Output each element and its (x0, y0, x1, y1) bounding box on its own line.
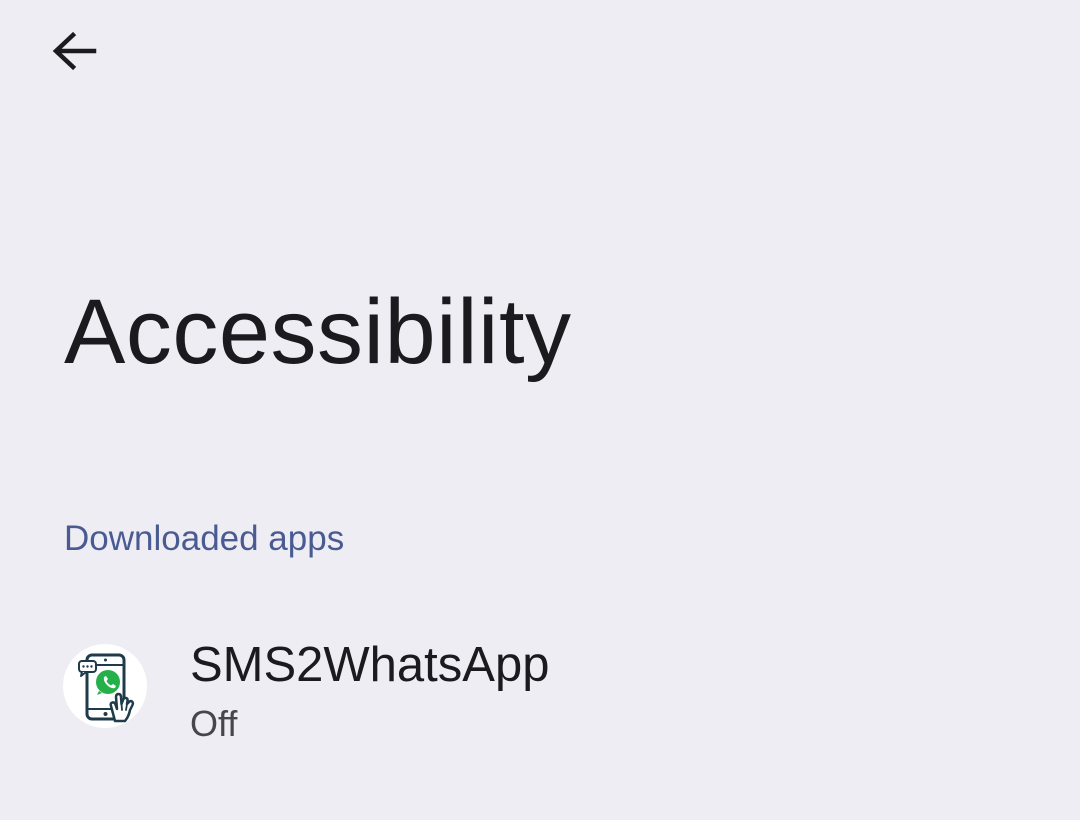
section-header-downloaded-apps: Downloaded apps (64, 519, 345, 558)
back-button[interactable] (42, 22, 106, 86)
app-name: SMS2WhatsApp (190, 638, 550, 692)
app-status: Off (190, 703, 238, 744)
page-title: Accessibility (64, 281, 572, 383)
list-item-sms2whatsapp[interactable]: SMS2WhatsApp Off (0, 612, 1080, 764)
arrow-back-icon (42, 20, 106, 89)
sms2whatsapp-app-icon (63, 644, 147, 728)
